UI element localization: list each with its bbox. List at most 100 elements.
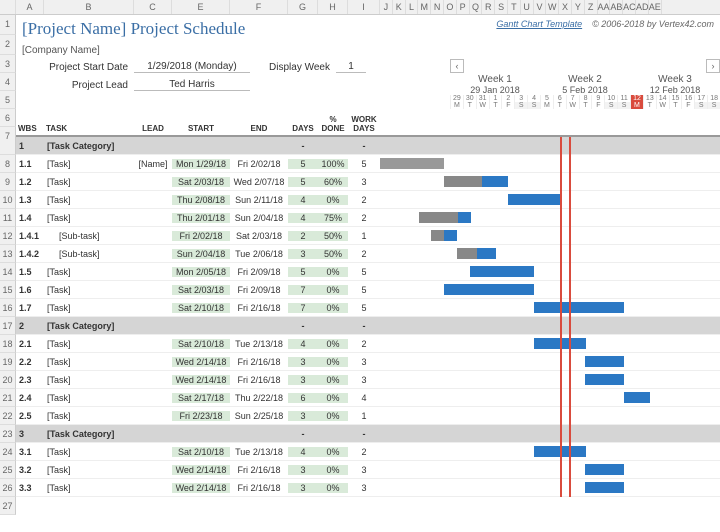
work-cell[interactable]: 1 (348, 231, 380, 241)
row-header-3[interactable]: 3 (0, 55, 16, 73)
row-header-1[interactable]: 1 (0, 15, 16, 35)
task-cell[interactable]: [Task] (44, 267, 134, 277)
days-cell[interactable]: 3 (288, 357, 318, 367)
gantt-bar[interactable] (444, 284, 534, 295)
task-row[interactable]: 2.4[Task]Sat 2/17/18Thu 2/22/1860%4 (16, 389, 720, 407)
done-cell[interactable]: 0% (318, 357, 348, 367)
gantt-bar[interactable] (431, 230, 457, 241)
category-row[interactable]: 2[Task Category]-- (16, 317, 720, 335)
start-date-value[interactable]: 1/29/2018 (Monday) (134, 61, 250, 73)
col-header-R[interactable]: R (482, 0, 495, 14)
work-cell[interactable]: 5 (348, 159, 380, 169)
row-header-24[interactable]: 24 (0, 443, 16, 461)
task-cell[interactable]: [Task] (44, 177, 134, 187)
start-cell[interactable]: Mon 2/05/18 (172, 267, 230, 277)
work-cell[interactable]: 2 (348, 447, 380, 457)
task-cell[interactable]: [Task] (44, 393, 134, 403)
gantt-bar[interactable] (419, 212, 471, 223)
gantt-bar[interactable] (534, 446, 586, 457)
task-row[interactable]: 3.3[Task]Wed 2/14/18Fri 2/16/1830%3 (16, 479, 720, 497)
done-cell[interactable]: 100% (318, 159, 348, 169)
next-week-button[interactable]: › (706, 59, 720, 73)
gantt-bar[interactable] (380, 158, 444, 169)
end-cell[interactable]: Wed 2/07/18 (230, 177, 288, 187)
days-cell[interactable]: 3 (288, 465, 318, 475)
done-cell[interactable]: 0% (318, 303, 348, 313)
col-header-I[interactable]: I (348, 0, 380, 14)
task-row[interactable]: 1.4.2[Sub-task]Sun 2/04/18Tue 2/06/18350… (16, 245, 720, 263)
wbs-cell[interactable]: 2.3 (16, 375, 44, 385)
days-cell[interactable]: - (288, 429, 318, 439)
end-cell[interactable]: Fri 2/02/18 (230, 159, 288, 169)
col-header-AA[interactable]: AA (598, 0, 611, 14)
col-header-Z[interactable]: Z (585, 0, 598, 14)
task-row[interactable]: 1.4[Task]Thu 2/01/18Sun 2/04/18475%2 (16, 209, 720, 227)
days-cell[interactable]: - (288, 141, 318, 151)
done-cell[interactable]: 0% (318, 285, 348, 295)
col-header-G[interactable]: G (288, 0, 318, 14)
col-header-Q[interactable]: Q (470, 0, 483, 14)
done-cell[interactable]: 0% (318, 375, 348, 385)
col-header-W[interactable]: W (546, 0, 559, 14)
task-cell[interactable]: [Task] (44, 447, 134, 457)
start-cell[interactable]: Sat 2/03/18 (172, 177, 230, 187)
task-row[interactable]: 1.5[Task]Mon 2/05/18Fri 2/09/1850%5 (16, 263, 720, 281)
row-header-14[interactable]: 14 (0, 263, 16, 281)
work-cell[interactable]: 3 (348, 465, 380, 475)
row-header-4[interactable]: 4 (0, 73, 16, 91)
task-row[interactable]: 1.2[Task]Sat 2/03/18Wed 2/07/18560%3 (16, 173, 720, 191)
done-cell[interactable]: 50% (318, 231, 348, 241)
col-header-H[interactable]: H (318, 0, 348, 14)
work-cell[interactable]: 2 (348, 213, 380, 223)
start-cell[interactable]: Mon 1/29/18 (172, 159, 230, 169)
work-cell[interactable]: - (348, 141, 380, 151)
task-cell[interactable]: [Task] (44, 159, 134, 169)
start-cell[interactable]: Fri 2/02/18 (172, 231, 230, 241)
gantt-bar[interactable] (457, 248, 496, 259)
start-cell[interactable]: Sat 2/17/18 (172, 393, 230, 403)
task-cell[interactable]: [Sub-task] (44, 231, 134, 241)
end-cell[interactable]: Fri 2/16/18 (230, 375, 288, 385)
gantt-bar[interactable] (534, 338, 586, 349)
done-cell[interactable]: 75% (318, 213, 348, 223)
col-header-AD[interactable]: AD (636, 0, 649, 14)
days-cell[interactable]: 4 (288, 195, 318, 205)
col-header-X[interactable]: X (559, 0, 572, 14)
col-header-A[interactable]: A (16, 0, 44, 14)
row-header-23[interactable]: 23 (0, 425, 16, 443)
row-header-2[interactable]: 2 (0, 35, 16, 55)
gantt-bar[interactable] (508, 194, 560, 205)
task-row[interactable]: 2.1[Task]Sat 2/10/18Tue 2/13/1840%2 (16, 335, 720, 353)
work-cell[interactable]: 5 (348, 303, 380, 313)
wbs-cell[interactable]: 3 (16, 429, 44, 439)
col-header-U[interactable]: U (521, 0, 534, 14)
wbs-cell[interactable]: 2.5 (16, 411, 44, 421)
wbs-cell[interactable]: 3.1 (16, 447, 44, 457)
gantt-bar[interactable] (534, 302, 624, 313)
row-header-11[interactable]: 11 (0, 209, 16, 227)
end-cell[interactable]: Tue 2/06/18 (230, 249, 288, 259)
row-header-18[interactable]: 18 (0, 335, 16, 353)
gantt-bar[interactable] (444, 176, 508, 187)
work-cell[interactable]: 3 (348, 177, 380, 187)
start-cell[interactable]: Wed 2/14/18 (172, 375, 230, 385)
work-cell[interactable]: 4 (348, 393, 380, 403)
gantt-bar[interactable] (585, 374, 624, 385)
category-row[interactable]: 3[Task Category]-- (16, 425, 720, 443)
wbs-cell[interactable]: 1.7 (16, 303, 44, 313)
days-cell[interactable]: 3 (288, 483, 318, 493)
done-cell[interactable]: 0% (318, 447, 348, 457)
template-link[interactable]: Gantt Chart Template (496, 19, 582, 54)
days-cell[interactable]: 3 (288, 411, 318, 421)
end-cell[interactable]: Sat 2/03/18 (230, 231, 288, 241)
col-header-F[interactable]: F (230, 0, 288, 14)
end-cell[interactable]: Fri 2/09/18 (230, 267, 288, 277)
gantt-bar[interactable] (585, 482, 624, 493)
gantt-bar[interactable] (585, 464, 624, 475)
col-header-J[interactable]: J (380, 0, 393, 14)
work-cell[interactable]: - (348, 429, 380, 439)
days-cell[interactable]: - (288, 321, 318, 331)
work-cell[interactable]: 2 (348, 195, 380, 205)
row-header-22[interactable]: 22 (0, 407, 16, 425)
row-header-25[interactable]: 25 (0, 461, 16, 479)
